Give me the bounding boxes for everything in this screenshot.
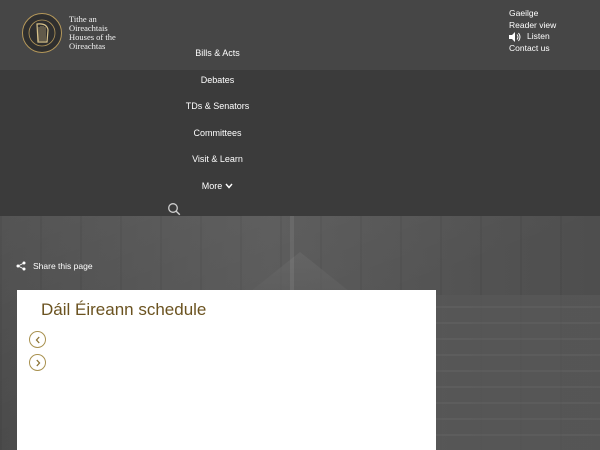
nav-item-label: Bills & Acts [195, 48, 240, 59]
background-light [290, 216, 294, 296]
share-label: Share this page [33, 261, 93, 271]
nav-item-bills-acts[interactable]: Bills & Acts [150, 40, 285, 67]
nav-item-label: Debates [200, 74, 235, 85]
schedule-title: Dáil Éireann schedule [41, 300, 207, 319]
contact-us-link[interactable]: Contact us [509, 43, 597, 55]
nav-item-label: Visit & Learn [192, 154, 243, 165]
chevron-left-icon [35, 336, 40, 343]
schedule-card: Dáil Éireann schedule [17, 290, 436, 450]
gaeilge-link[interactable]: Gaeilge [509, 8, 597, 20]
chevron-right-icon [35, 359, 40, 366]
previous-button[interactable] [29, 331, 46, 348]
utility-links: Gaeilge Reader view Listen Contact us [509, 8, 597, 55]
speaker-icon [509, 32, 521, 43]
logo-line: Oireachtas [69, 41, 106, 51]
nav-item-label: TDs & Senators [185, 101, 250, 112]
listen-button[interactable]: Listen [509, 31, 597, 43]
share-this-page[interactable]: Share this page [16, 260, 93, 272]
harp-icon [22, 13, 62, 53]
nav-item-debates[interactable]: Debates [150, 67, 285, 94]
listen-label: Listen [527, 31, 550, 42]
search-icon [168, 203, 181, 216]
nav-item-committees[interactable]: Committees [150, 120, 285, 147]
nav-item-more[interactable]: More [150, 173, 285, 200]
search-button[interactable] [167, 202, 181, 216]
chevron-down-icon [225, 183, 233, 189]
logo-text: Tithe an Oireachtais Houses of the Oirea… [69, 15, 116, 51]
share-icon [16, 261, 26, 271]
site-logo[interactable]: Tithe an Oireachtais Houses of the Oirea… [22, 13, 132, 58]
nav-item-tds-senators[interactable]: TDs & Senators [150, 93, 285, 120]
site-header: Tithe an Oireachtais Houses of the Oirea… [0, 0, 600, 216]
main-nav: Bills & Acts Debates TDs & Senators Comm… [150, 40, 285, 199]
reader-view-link[interactable]: Reader view [509, 20, 597, 32]
nav-item-visit-learn[interactable]: Visit & Learn [150, 146, 285, 173]
nav-item-label: Committees [193, 127, 242, 138]
background-building [430, 295, 600, 450]
nav-item-label: More [201, 180, 223, 191]
next-button[interactable] [29, 354, 46, 371]
